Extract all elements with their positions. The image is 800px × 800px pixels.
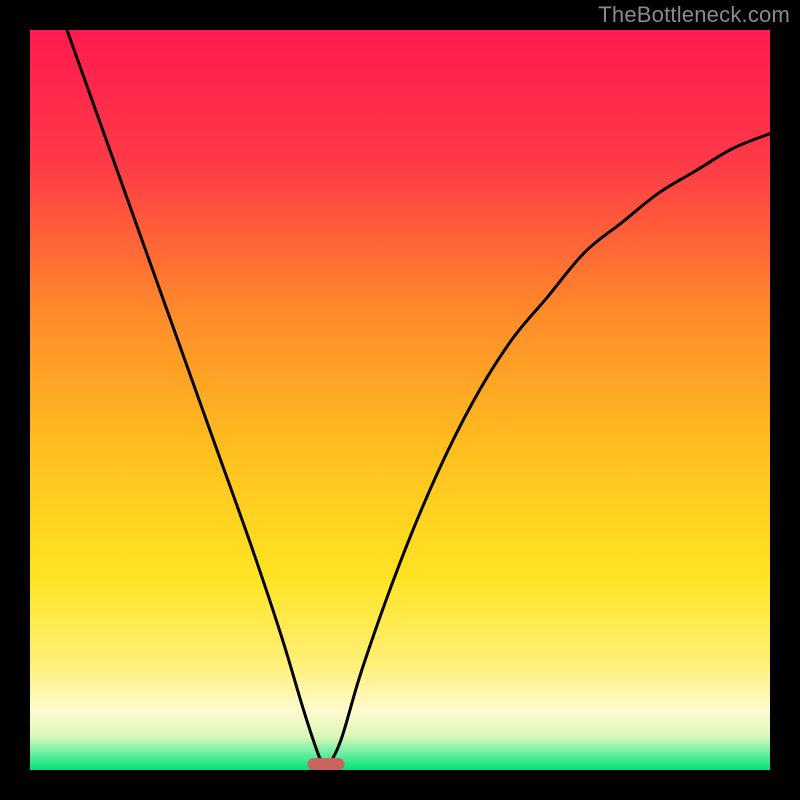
min-marker xyxy=(308,758,345,770)
min-marker-pill xyxy=(308,758,345,770)
chart-frame xyxy=(30,30,770,770)
watermark-text: TheBottleneck.com xyxy=(598,2,790,28)
gradient-background xyxy=(30,30,770,770)
bottleneck-chart xyxy=(30,30,770,770)
